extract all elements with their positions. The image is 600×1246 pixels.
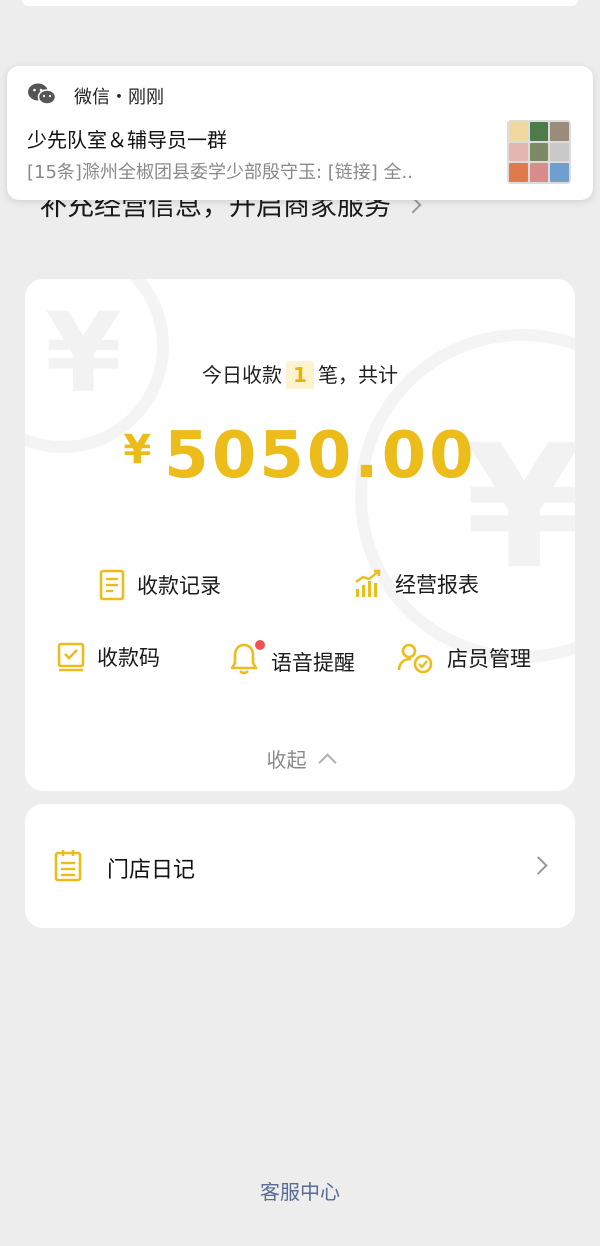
store-diary-label: 门店日记 <box>107 858 196 883</box>
store-diary-row[interactable]: 门店日记 <box>25 804 575 928</box>
payment-code-icon <box>57 642 85 672</box>
bell-icon-wrap <box>229 640 265 681</box>
customer-service-link[interactable]: 客服中心 <box>0 1176 600 1205</box>
collapse-label: 收起 <box>266 748 307 772</box>
today-summary-suffix: 笔，共计 <box>317 363 398 387</box>
notification-title: 少先队室＆辅导员一群 <box>27 128 227 152</box>
payment-summary-card: ¥ ¥ 今日收款 1 笔，共计 ¥5050.00 收款记录 经营报表 收款码 语… <box>25 279 575 791</box>
currency-symbol: ¥ <box>123 427 155 473</box>
today-summary-prefix: 今日收款 <box>202 363 283 387</box>
staff-management-label: 店员管理 <box>447 647 531 671</box>
group-avatar <box>507 120 571 184</box>
payment-code-button[interactable]: 收款码 <box>57 642 160 672</box>
bar-chart-icon <box>355 569 381 597</box>
business-reports-label: 经营报表 <box>395 573 479 597</box>
wechat-notification[interactable]: 微信・刚刚 少先队室＆辅导员一群 [15条]滁州全椒团县委学少部殷守玉: [链接… <box>7 66 593 200</box>
wechat-icon <box>28 83 57 105</box>
voice-reminder-button[interactable]: 语音提醒 <box>229 640 355 681</box>
voice-reminder-label: 语音提醒 <box>271 650 355 675</box>
amount-value: 5050.00 <box>164 419 477 493</box>
today-summary: 今日收款 1 笔，共计 <box>25 359 575 389</box>
total-amount: ¥5050.00 <box>25 419 575 493</box>
staff-management-button[interactable]: 店员管理 <box>397 642 531 674</box>
business-reports-button[interactable]: 经营报表 <box>353 569 479 599</box>
notification-body: [15条]滁州全椒团县委学少部殷守玉: [链接] 全.. <box>27 162 413 183</box>
staff-check-icon <box>397 643 433 674</box>
payment-code-label: 收款码 <box>97 646 160 670</box>
payment-records-label: 收款记录 <box>137 574 221 598</box>
document-icon <box>99 569 125 601</box>
collapse-toggle[interactable]: 收起 <box>25 744 575 773</box>
payment-count: 1 <box>286 361 314 389</box>
top-card-edge <box>22 0 578 6</box>
clipboard-icon <box>54 850 82 882</box>
payment-records-button[interactable]: 收款记录 <box>99 569 221 601</box>
chevron-right-icon <box>529 856 548 875</box>
yuan-watermark-glyph: ¥ <box>45 289 122 417</box>
chevron-up-icon <box>317 753 337 772</box>
notification-app-time: 微信・刚刚 <box>74 87 164 108</box>
notification-dot <box>255 640 265 650</box>
